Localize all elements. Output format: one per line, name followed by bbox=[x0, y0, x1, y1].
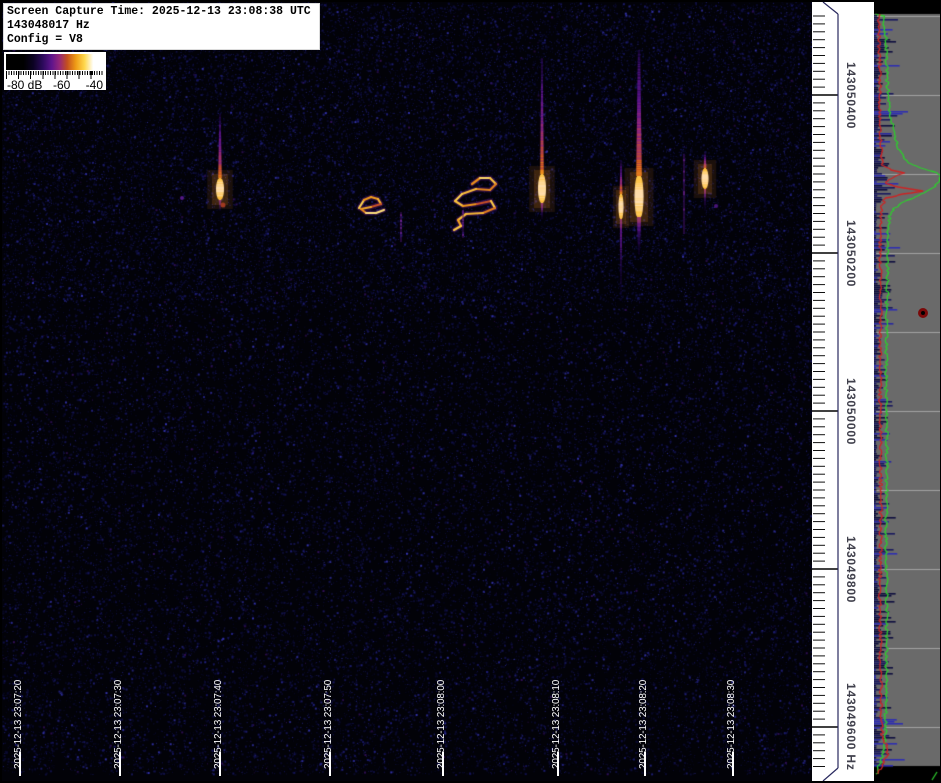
center-frequency-text: 143048017 Hz bbox=[7, 19, 316, 33]
color-gradient-bar bbox=[6, 54, 103, 70]
time-axis-label: 2025-12-13 23:08:20 bbox=[638, 680, 649, 769]
time-axis-label: 2025-12-13 23:07:20 bbox=[13, 680, 24, 769]
spectrum-lab-window: Screen Capture Time: 2025-12-13 23:08:38… bbox=[0, 0, 941, 783]
capture-info-box: Screen Capture Time: 2025-12-13 23:08:38… bbox=[3, 3, 320, 50]
db-label-40: -40 bbox=[86, 78, 103, 92]
spectrum-graph-panel bbox=[874, 2, 940, 781]
frequency-ticks bbox=[812, 2, 874, 781]
time-axis-label: 2025-12-13 23:08:30 bbox=[726, 680, 737, 769]
frequency-marker-dot bbox=[918, 308, 928, 318]
capture-time-text: Screen Capture Time: 2025-12-13 23:08:38… bbox=[7, 5, 316, 19]
frequency-axis-label: 143050000 bbox=[844, 378, 858, 445]
frequency-axis-label: 143049600 Hz bbox=[844, 683, 858, 771]
color-scale-minor-ticks bbox=[6, 71, 103, 75]
time-axis-label: 2025-12-13 23:08:10 bbox=[551, 680, 562, 769]
frequency-axis-label: 143049800 bbox=[844, 536, 858, 603]
waterfall-canvas bbox=[2, 2, 812, 781]
time-axis-label: 2025-12-13 23:08:00 bbox=[436, 680, 447, 769]
config-text: Config = V8 bbox=[7, 33, 316, 47]
frequency-axis-label: 143050200 bbox=[844, 220, 858, 287]
time-axis-label: 2025-12-13 23:07:50 bbox=[323, 680, 334, 769]
frequency-axis-label: 143050400 bbox=[844, 62, 858, 129]
db-label-60: -60 bbox=[53, 78, 70, 92]
frequency-scale: 143050400 143050200 143050000 143049800 1430… bbox=[812, 2, 874, 781]
db-label-80: -80 dB bbox=[7, 78, 42, 92]
color-scale-legend: -80 dB -60 -40 bbox=[4, 52, 106, 90]
spectrum-canvas bbox=[874, 2, 940, 781]
color-scale-labels: -80 dB -60 -40 bbox=[4, 78, 106, 90]
time-axis-label: 2025-12-13 23:07:40 bbox=[213, 680, 224, 769]
time-axis-label: 2025-12-13 23:07:30 bbox=[113, 680, 124, 769]
